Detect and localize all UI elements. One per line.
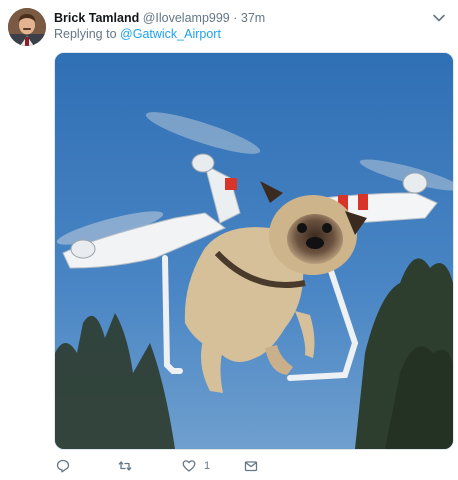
replying-to-line: Replying to @Gatwick_Airport: [54, 26, 221, 42]
direct-message-button[interactable]: [244, 456, 258, 476]
tweet-menu-button[interactable]: [430, 9, 448, 27]
envelope-icon: [244, 461, 258, 472]
avatar[interactable]: [8, 8, 46, 46]
retweet-icon: [118, 461, 132, 471]
author-handle[interactable]: @Ilovelamp999: [143, 11, 230, 25]
tweet-media-image[interactable]: [54, 52, 454, 450]
reply-icon: [56, 459, 70, 473]
replying-prefix: Replying to: [54, 27, 117, 41]
separator-dot: ·: [233, 11, 238, 25]
retweet-button[interactable]: [118, 456, 132, 476]
reply-button[interactable]: [56, 456, 70, 476]
tweet-header: Brick Tamland @Ilovelamp999 · 37m: [54, 9, 448, 27]
pug-drone-photo: [55, 53, 453, 449]
like-button[interactable]: 1: [182, 456, 210, 476]
user-avatar-icon: [8, 8, 46, 46]
heart-icon: [182, 460, 196, 472]
like-count: 1: [204, 460, 211, 472]
timestamp[interactable]: 37m: [241, 11, 265, 25]
author-name[interactable]: Brick Tamland: [54, 11, 139, 25]
chevron-down-icon: [433, 14, 445, 22]
tweet-actions: 1: [54, 456, 452, 476]
reply-mention-link[interactable]: @Gatwick_Airport: [120, 27, 221, 41]
tweet-card: Brick Tamland @Ilovelamp999 · 37m Replyi…: [0, 0, 458, 480]
